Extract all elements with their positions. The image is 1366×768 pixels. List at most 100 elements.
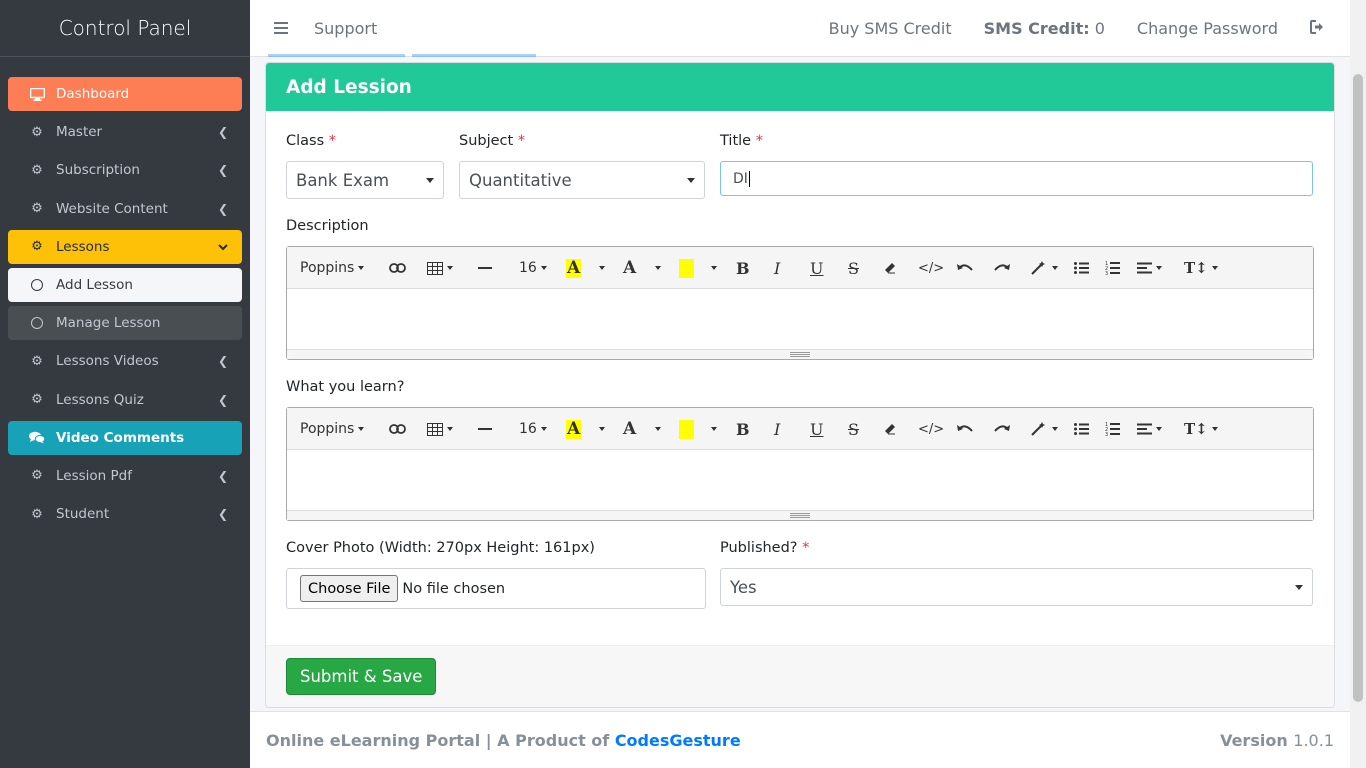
- strikethrough-icon[interactable]: S: [848, 408, 859, 450]
- tab-underline: [412, 54, 536, 57]
- editor-resize-handle[interactable]: [287, 510, 1313, 520]
- codesgesture-link[interactable]: CodesGesture: [615, 731, 741, 750]
- sidebar-item-label: Website Content: [56, 200, 168, 217]
- unordered-list-icon[interactable]: [1074, 247, 1089, 289]
- gear-icon: ⚙: [31, 506, 43, 522]
- font-color-icon[interactable]: A: [623, 408, 636, 450]
- class-label: Class *: [286, 133, 337, 149]
- table-icon[interactable]: [427, 408, 453, 450]
- what-you-learn-editor[interactable]: Poppins 16 A A B I U S </> 1 2 3 T↕: [286, 407, 1314, 521]
- background-color-icon[interactable]: [679, 408, 694, 450]
- subject-selected-value: Quantitative: [469, 170, 572, 190]
- dropdown-caret-icon: [426, 178, 434, 183]
- redo-icon[interactable]: [993, 408, 1011, 450]
- circle-icon: [29, 278, 45, 291]
- sidebar-item-label: Video Comments: [56, 429, 185, 446]
- sidebar-item-lessons-quiz[interactable]: ⚙ Lessons Quiz ❮: [8, 383, 242, 417]
- font-color-dropdown[interactable]: [651, 408, 661, 450]
- choose-file-button[interactable]: Choose File: [300, 575, 399, 602]
- change-password-link[interactable]: Change Password: [1137, 19, 1278, 38]
- sidebar-item-label: Master: [56, 124, 103, 141]
- dropdown-caret-icon: [687, 178, 695, 183]
- bold-icon[interactable]: B: [736, 408, 750, 450]
- logout-icon[interactable]: [1310, 19, 1326, 38]
- sidebar-item-dashboard[interactable]: Dashboard: [8, 77, 242, 111]
- chevron-down-icon: [218, 240, 228, 254]
- hamburger-menu-icon[interactable]: [274, 18, 288, 39]
- line-height-icon[interactable]: T↕: [1184, 247, 1218, 289]
- bold-icon[interactable]: B: [736, 247, 750, 289]
- vertical-scrollbar[interactable]: [1350, 0, 1366, 768]
- comments-icon: [29, 431, 45, 444]
- chevron-left-icon: ❮: [217, 201, 228, 216]
- redo-icon[interactable]: [993, 247, 1011, 289]
- unordered-list-icon[interactable]: [1074, 408, 1089, 450]
- link-icon[interactable]: [389, 247, 406, 289]
- italic-icon[interactable]: I: [774, 247, 780, 289]
- magic-wand-icon[interactable]: [1030, 408, 1058, 450]
- buy-sms-credit-link[interactable]: Buy SMS Credit: [829, 19, 952, 38]
- title-input[interactable]: DI: [720, 161, 1313, 196]
- what-you-learn-label: What you learn?: [286, 379, 405, 395]
- font-family-dropdown[interactable]: Poppins: [300, 408, 365, 450]
- background-color-dropdown[interactable]: [707, 247, 717, 289]
- page-footer: Online eLearning Portal | A Product of C…: [250, 711, 1350, 768]
- paragraph-align-icon[interactable]: [1137, 408, 1162, 450]
- editor-toolbar: Poppins 16 A A B I U S </> 1 2 3 T↕: [287, 247, 1313, 289]
- sidebar-item-video-comments[interactable]: Video Comments: [8, 420, 242, 455]
- eraser-icon[interactable]: [884, 247, 896, 289]
- published-select[interactable]: Yes: [720, 568, 1313, 606]
- undo-icon[interactable]: [956, 408, 974, 450]
- background-color-dropdown[interactable]: [707, 408, 717, 450]
- horizontal-rule-icon[interactable]: [478, 408, 492, 450]
- font-color-icon[interactable]: A: [623, 247, 636, 289]
- font-color-dropdown[interactable]: [651, 247, 661, 289]
- horizontal-rule-icon[interactable]: [478, 247, 492, 289]
- background-color-icon[interactable]: [679, 247, 694, 289]
- sidebar-item-manage-lesson[interactable]: Manage Lesson: [8, 306, 242, 341]
- highlight-color-icon[interactable]: A: [566, 247, 582, 289]
- paragraph-align-icon[interactable]: [1137, 247, 1162, 289]
- code-view-icon[interactable]: </>: [918, 408, 944, 450]
- font-family-dropdown[interactable]: Poppins: [300, 247, 365, 289]
- support-link[interactable]: Support: [314, 19, 377, 38]
- submit-save-button[interactable]: Submit & Save: [286, 658, 437, 695]
- highlight-color-dropdown[interactable]: [595, 408, 605, 450]
- sidebar-item-student[interactable]: ⚙ Student ❮: [8, 497, 242, 531]
- editor-resize-handle[interactable]: [287, 349, 1313, 359]
- ordered-list-icon[interactable]: 123: [1105, 247, 1120, 289]
- sidebar-item-master[interactable]: ⚙ Master ❮: [8, 115, 242, 149]
- highlight-color-dropdown[interactable]: [595, 247, 605, 289]
- sidebar-item-lessons-videos[interactable]: ⚙ Lessons Videos ❮: [8, 344, 242, 378]
- sidebar-item-subscription[interactable]: ⚙ Subscription ❮: [8, 153, 242, 187]
- underline-icon[interactable]: U: [810, 408, 823, 450]
- class-select[interactable]: Bank Exam: [286, 161, 444, 199]
- sidebar-item-add-lesson[interactable]: Add Lesson: [8, 267, 242, 302]
- undo-icon[interactable]: [956, 247, 974, 289]
- sidebar-item-website-content[interactable]: ⚙ Website Content ❮: [8, 192, 242, 226]
- sidebar-item-lessons[interactable]: ⚙ Lessons: [8, 229, 242, 264]
- font-size-dropdown[interactable]: 16: [519, 408, 547, 450]
- italic-icon[interactable]: I: [774, 408, 780, 450]
- description-label: Description: [286, 218, 369, 234]
- sidebar-item-lession-pdf[interactable]: ⚙ Lession Pdf ❮: [8, 459, 242, 493]
- link-icon[interactable]: [389, 408, 406, 450]
- ordered-list-icon[interactable]: 123: [1105, 408, 1120, 450]
- cover-photo-label: Cover Photo (Width: 270px Height: 161px): [286, 540, 595, 556]
- line-height-icon[interactable]: T↕: [1184, 408, 1218, 450]
- highlight-color-icon[interactable]: A: [566, 408, 582, 450]
- underline-icon[interactable]: U: [810, 247, 823, 289]
- sidebar-item-label: Lessons Quiz: [56, 391, 144, 408]
- description-editor[interactable]: Poppins 16 A A B I U S </> 1 2 3 T↕: [286, 246, 1314, 360]
- eraser-icon[interactable]: [884, 408, 896, 450]
- code-view-icon[interactable]: </>: [918, 247, 944, 289]
- subject-select[interactable]: Quantitative: [459, 161, 705, 199]
- strikethrough-icon[interactable]: S: [848, 247, 859, 289]
- brand-title[interactable]: Control Panel: [0, 0, 250, 57]
- magic-wand-icon[interactable]: [1030, 247, 1058, 289]
- cover-photo-file-input[interactable]: Choose File No file chosen: [286, 568, 706, 609]
- font-size-dropdown[interactable]: 16: [519, 247, 547, 289]
- header-right: Buy SMS Credit SMS Credit: 0 Change Pass…: [829, 19, 1350, 38]
- scrollbar-thumb[interactable]: [1353, 74, 1363, 702]
- table-icon[interactable]: [427, 247, 453, 289]
